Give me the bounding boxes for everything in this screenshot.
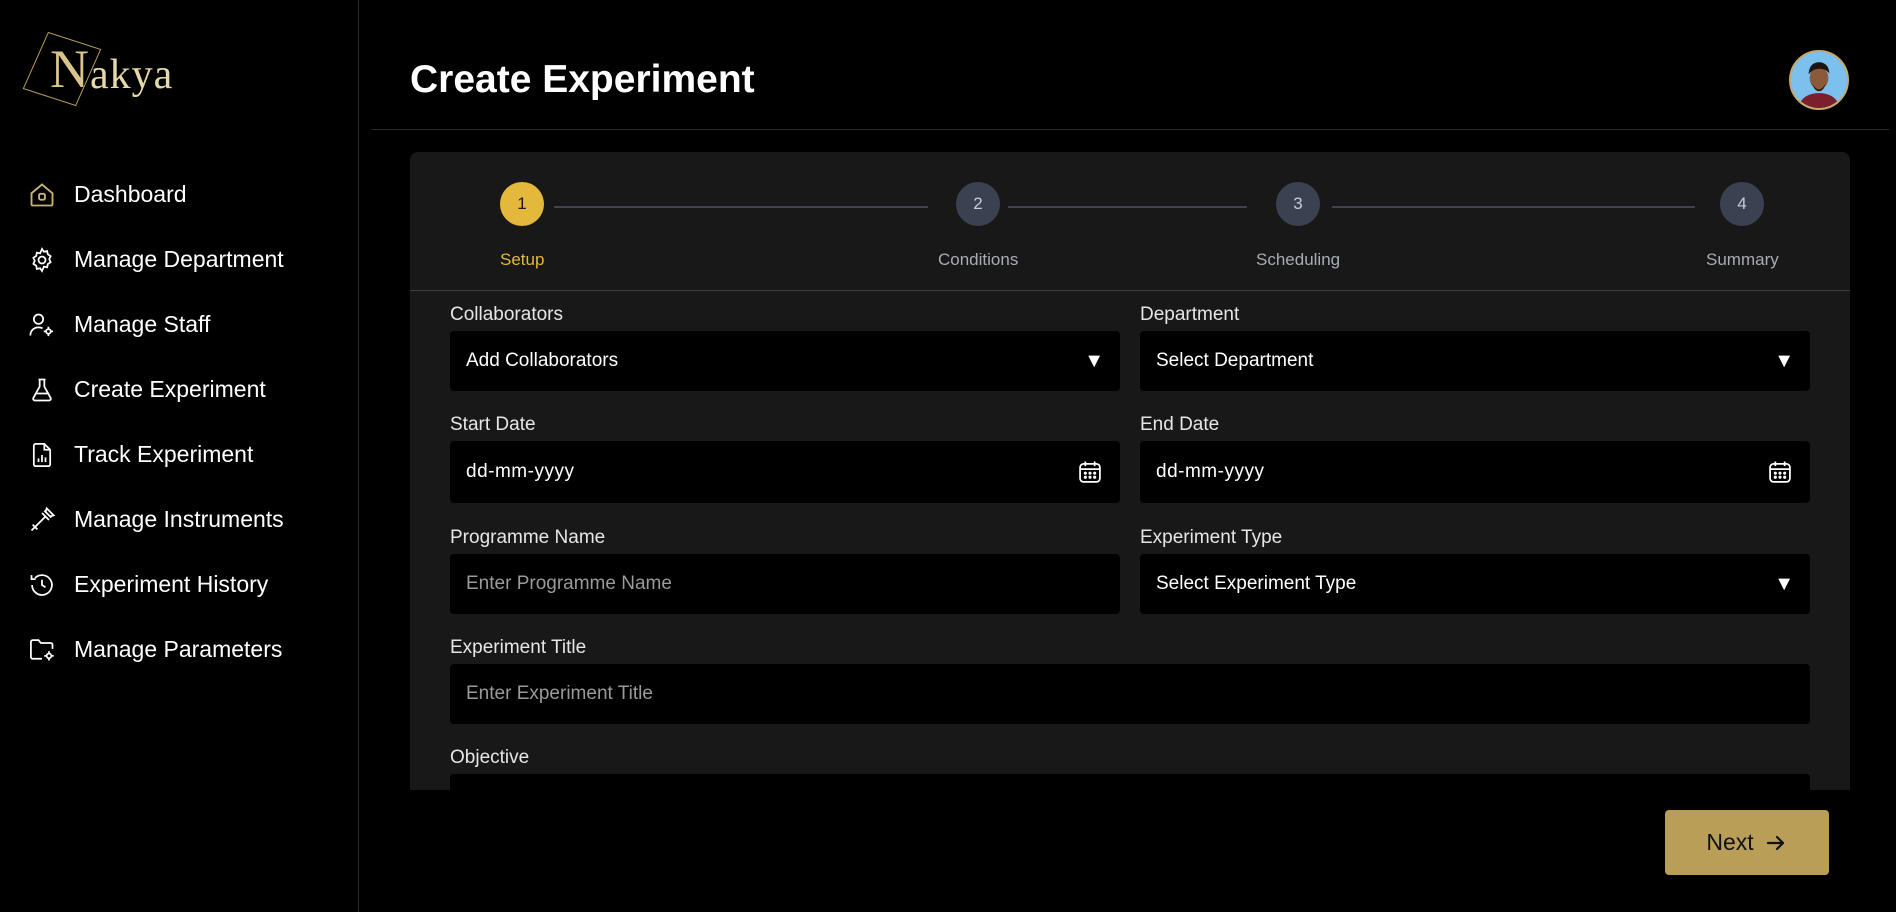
folder-gear-icon xyxy=(30,638,54,660)
stepper: 1 Setup 2 Conditions 3 Scheduling 4 Summ… xyxy=(410,152,1850,291)
arrow-right-icon xyxy=(1766,835,1784,850)
next-button[interactable]: Next xyxy=(1665,810,1829,875)
experiment-type-value: Select Experiment Type xyxy=(1156,573,1357,594)
department-select[interactable]: Select Department ▼ xyxy=(1140,331,1810,391)
programme-name-label: Programme Name xyxy=(450,527,606,548)
start-date-field: Start Date dd-mm-yyyy xyxy=(450,414,1120,503)
step-number: 2 xyxy=(956,182,1000,226)
sidebar-item-create-experiment[interactable]: Create Experiment xyxy=(0,357,359,422)
department-value: Select Department xyxy=(1156,350,1314,371)
calendar-icon[interactable] xyxy=(1766,458,1794,486)
experiment-type-label: Experiment Type xyxy=(1140,527,1283,548)
end-date-input[interactable]: dd-mm-yyyy xyxy=(1140,441,1810,503)
avatar[interactable] xyxy=(1789,50,1849,110)
user-avatar-icon xyxy=(1791,52,1847,108)
objective-label: Objective xyxy=(450,747,530,768)
end-date-label: End Date xyxy=(1140,414,1220,435)
app-logo[interactable]: N akya xyxy=(22,28,188,108)
header-divider xyxy=(371,129,1889,130)
step-label: Setup xyxy=(500,250,545,269)
pipette-icon xyxy=(30,506,56,531)
logo-initial: N xyxy=(50,39,89,99)
experiment-form-card: 1 Setup 2 Conditions 3 Scheduling 4 Summ… xyxy=(410,152,1850,790)
sidebar-item-track-experiment[interactable]: Track Experiment xyxy=(0,422,359,487)
home-icon xyxy=(30,182,54,206)
user-gear-icon xyxy=(29,313,54,336)
chevron-down-icon: ▼ xyxy=(1774,349,1794,372)
experiment-type-field: Experiment Type Select Experiment Type ▼ xyxy=(1140,527,1810,614)
report-chart-icon xyxy=(32,442,52,467)
step-number: 1 xyxy=(500,182,544,226)
step-number: 4 xyxy=(1720,182,1764,226)
collaborators-value: Add Collaborators xyxy=(466,350,619,371)
sidebar-item-manage-department[interactable]: Manage Department xyxy=(0,227,359,292)
step-label: Scheduling xyxy=(1256,250,1341,269)
department-label: Department xyxy=(1140,304,1240,325)
objective-field: Objective xyxy=(450,747,1810,790)
sidebar-item-experiment-history[interactable]: Experiment History xyxy=(0,552,359,617)
step-label: Conditions xyxy=(938,250,1019,269)
start-date-input[interactable]: dd-mm-yyyy xyxy=(450,441,1120,503)
sidebar-nav: Dashboard Manage Department Manage Staff… xyxy=(0,162,359,682)
collaborators-label: Collaborators xyxy=(450,304,563,325)
sidebar-item-label: Manage Parameters xyxy=(74,636,283,662)
sidebar: N akya Dashboard Manage Department Manag… xyxy=(0,0,359,912)
sidebar-item-manage-staff[interactable]: Manage Staff xyxy=(0,292,359,357)
sidebar-item-manage-parameters[interactable]: Manage Parameters xyxy=(0,617,359,682)
sidebar-item-label: Manage Instruments xyxy=(74,506,284,532)
experiment-title-field: Experiment Title Enter Experiment Title xyxy=(450,637,1810,724)
experiment-type-select[interactable]: Select Experiment Type ▼ xyxy=(1140,554,1810,614)
flask-icon xyxy=(32,378,52,401)
page-title: Create Experiment xyxy=(410,58,755,101)
step-number: 3 xyxy=(1276,182,1320,226)
end-date-field: End Date dd-mm-yyyy xyxy=(1140,414,1810,503)
chevron-down-icon: ▼ xyxy=(1084,349,1104,372)
next-button-label: Next xyxy=(1706,829,1754,855)
sidebar-item-label: Manage Department xyxy=(74,246,284,272)
programme-name-field: Programme Name Enter Programme Name xyxy=(450,527,1120,614)
sidebar-item-label: Experiment History xyxy=(74,571,269,597)
end-date-value: dd-mm-yyyy xyxy=(1156,461,1265,482)
gear-icon xyxy=(32,246,52,273)
collaborators-select[interactable]: Add Collaborators ▼ xyxy=(450,331,1120,391)
step-connector xyxy=(1008,206,1247,208)
sidebar-item-label: Manage Staff xyxy=(74,311,211,337)
logo-text: akya xyxy=(90,52,174,98)
step-connector xyxy=(554,206,928,208)
start-date-label: Start Date xyxy=(450,414,536,435)
programme-name-input[interactable]: Enter Programme Name xyxy=(450,554,1120,614)
experiment-title-label: Experiment Title xyxy=(450,637,587,658)
step-label: Summary xyxy=(1706,250,1779,269)
sidebar-item-label: Dashboard xyxy=(74,181,187,207)
objective-input[interactable] xyxy=(450,774,1810,790)
sidebar-item-dashboard[interactable]: Dashboard xyxy=(0,162,359,227)
step-connector xyxy=(1332,206,1695,208)
experiment-title-input[interactable]: Enter Experiment Title xyxy=(450,664,1810,724)
chevron-down-icon: ▼ xyxy=(1774,572,1794,595)
history-icon xyxy=(30,573,53,596)
collaborators-field: Collaborators Add Collaborators ▼ xyxy=(450,304,1120,391)
calendar-icon[interactable] xyxy=(1076,458,1104,486)
experiment-title-placeholder: Enter Experiment Title xyxy=(466,683,653,704)
sidebar-item-label: Track Experiment xyxy=(74,441,254,467)
department-field: Department Select Department ▼ xyxy=(1140,304,1810,391)
start-date-value: dd-mm-yyyy xyxy=(466,461,575,482)
sidebar-item-label: Create Experiment xyxy=(74,376,266,402)
sidebar-item-manage-instruments[interactable]: Manage Instruments xyxy=(0,487,359,552)
programme-name-placeholder: Enter Programme Name xyxy=(466,573,672,594)
